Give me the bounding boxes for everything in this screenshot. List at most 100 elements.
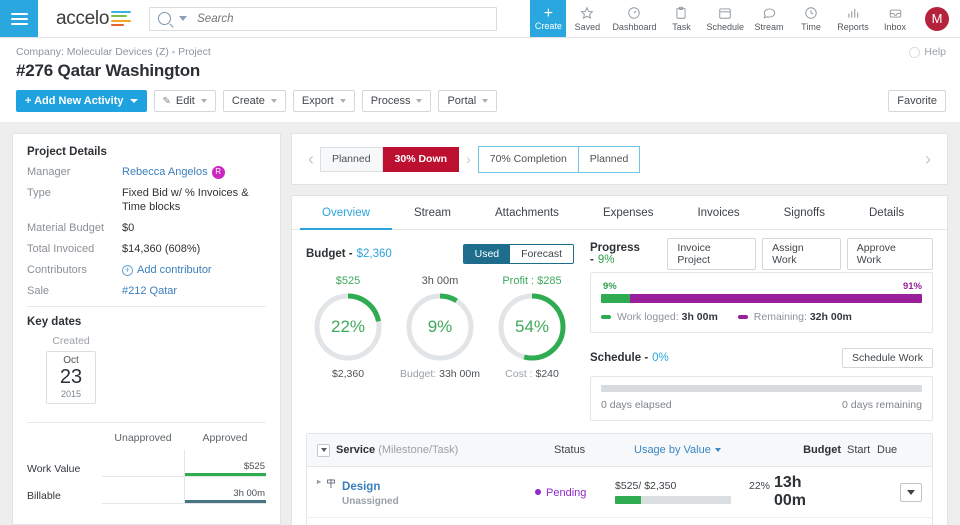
progress-segment-logged	[601, 294, 630, 303]
tab-expenses[interactable]: Expenses	[581, 196, 676, 230]
help-link[interactable]: Help	[909, 46, 946, 58]
service-name[interactable]: Design	[342, 481, 380, 493]
export-menu-button[interactable]: Export	[293, 90, 355, 112]
donut-value-bottom: $2,360	[308, 368, 388, 380]
status-next-chevron-right-icon[interactable]: ›	[919, 149, 937, 170]
table-row[interactable]: ▸ Data collection $0/ $10	[307, 518, 932, 525]
invoice-project-button[interactable]: Invoice Project	[667, 238, 756, 270]
nav-item-time[interactable]: Time	[790, 0, 832, 37]
status-chevron-right-icon: ›	[466, 151, 471, 167]
status-pill-70-completion[interactable]: 70% Completion	[479, 147, 578, 172]
budget-toggle-used[interactable]: Used	[464, 245, 511, 263]
nav-item-dashboard[interactable]: Dashboard	[608, 0, 660, 37]
portal-menu-button[interactable]: Portal	[438, 90, 497, 112]
nav-item-saved[interactable]: Saved	[566, 0, 608, 37]
speech-bubble-icon	[762, 5, 777, 20]
search-input[interactable]	[197, 13, 488, 25]
process-menu-label: Process	[371, 95, 411, 107]
assign-work-button[interactable]: Assign Work	[762, 238, 841, 270]
progress-bar-card: 9% 91% Work logged: 3h 00m	[590, 272, 933, 333]
donut-value: $525 22% $2,360	[308, 275, 388, 380]
nav-item-reports[interactable]: Reports	[832, 0, 874, 37]
inbox-icon	[888, 5, 903, 20]
add-new-activity-button[interactable]: + Add New Activity	[16, 90, 147, 112]
milestone-icon	[325, 477, 337, 490]
star-icon	[580, 5, 594, 20]
tab-details[interactable]: Details	[847, 196, 926, 230]
breadcrumb: Company: Molecular Devices (Z)▪Project	[16, 46, 946, 58]
breadcrumb-separator: ▪	[172, 47, 175, 57]
row-menu-chevron-down-icon[interactable]	[900, 483, 922, 502]
chevron-down-icon	[130, 99, 138, 103]
manager-link[interactable]: Rebecca Angelos	[122, 166, 208, 178]
tab-attachments[interactable]: Attachments	[473, 196, 581, 230]
schedule-panel-header: Schedule -0% Schedule Work	[590, 347, 933, 369]
create-button[interactable]: + Create	[530, 0, 566, 37]
detail-row-manager: Manager Rebecca Angelos R	[27, 165, 266, 179]
sale-link[interactable]: #212 Qatar	[122, 285, 177, 297]
favorite-button[interactable]: Favorite	[888, 90, 946, 112]
edit-button-label: Edit	[176, 95, 195, 107]
legend-swatch-work-logged	[601, 315, 611, 319]
created-month: Oct	[47, 355, 95, 366]
bar-value-billable: 3h 00m	[233, 488, 265, 499]
approve-work-button[interactable]: Approve Work	[847, 238, 933, 270]
bar-row-work-value: Work Value $525	[27, 450, 266, 477]
row-service-design: ▸ Design Unassigned	[317, 477, 535, 507]
detail-value-contributors[interactable]: +Add contributor	[122, 263, 266, 277]
pencil-icon: ✎	[163, 96, 171, 107]
donut-hours-bottom: Budget: 33h 00m	[400, 368, 480, 380]
nav-item-task[interactable]: Task	[660, 0, 702, 37]
status-pill-planned[interactable]: Planned	[320, 147, 383, 172]
status-dot-icon	[535, 489, 541, 495]
donut-profit-ring: 54%	[496, 291, 568, 363]
donut-profit-center: 54%	[496, 291, 568, 363]
schedule-value: 0%	[652, 352, 669, 364]
gear-icon	[909, 47, 920, 58]
status-pill-30-down[interactable]: 30% Down	[383, 147, 460, 172]
donut-hours-ring: 9%	[404, 291, 476, 363]
breadcrumb-section-link[interactable]: Project	[178, 46, 211, 58]
app-logo[interactable]: accelo	[38, 0, 145, 37]
hamburger-menu-icon[interactable]	[0, 0, 38, 37]
nav-item-schedule[interactable]: Schedule	[702, 0, 748, 37]
create-button-label: Create	[535, 21, 562, 31]
status-progression-bar: ‹ Planned 30% Down › 70% Completion Plan…	[291, 133, 948, 185]
donut-profit: Profit : $285 54% Cost : $240	[492, 275, 572, 380]
nav-item-inbox[interactable]: Inbox	[874, 0, 916, 37]
edit-button[interactable]: ✎ Edit	[154, 90, 216, 112]
tab-invoices[interactable]: Invoices	[675, 196, 761, 230]
overview-content-card: Overview Stream Attachments Expenses Inv…	[291, 195, 948, 525]
tab-stream[interactable]: Stream	[392, 196, 473, 230]
status-pill-planned-2[interactable]: Planned	[578, 147, 640, 172]
breadcrumb-company-link[interactable]: Company: Molecular Devices (Z)	[16, 46, 169, 58]
legend-value-work-logged: 3h 00m	[682, 311, 718, 323]
schedule-work-button[interactable]: Schedule Work	[842, 348, 933, 368]
key-dates-title: Key dates	[27, 316, 266, 328]
schedule-bar	[601, 385, 922, 392]
detail-label-manager: Manager	[27, 165, 122, 179]
avatar[interactable]: M	[925, 7, 949, 31]
nav-item-stream[interactable]: Stream	[748, 0, 790, 37]
legend-swatch-remaining	[738, 315, 748, 319]
search-box[interactable]	[149, 7, 497, 31]
status-prev-chevron-left-icon[interactable]: ‹	[302, 149, 320, 170]
create-menu-button[interactable]: Create	[223, 90, 286, 112]
header-usage[interactable]: Usage by Value	[634, 444, 789, 456]
progress-bar-left-cap: 9%	[603, 281, 617, 292]
tab-signoffs[interactable]: Signoffs	[762, 196, 847, 230]
search-scope-chevron-down-icon[interactable]	[179, 16, 187, 21]
work-value-chart-header: Unapproved Approved	[27, 432, 266, 450]
table-row[interactable]: ▸ Design Unassigned Pending	[307, 467, 932, 518]
logo-text: accelo	[56, 8, 109, 30]
manager-avatar: R	[212, 166, 225, 179]
tab-overview[interactable]: Overview	[300, 196, 392, 230]
favorite-button-label: Favorite	[897, 95, 937, 107]
nav-item-time-label: Time	[801, 22, 821, 32]
expand-chevron-right-icon[interactable]: ▸	[317, 477, 321, 486]
status-pills: Planned 30% Down › 70% Completion Planne…	[320, 146, 640, 173]
collapse-all-chevron-down-icon[interactable]	[317, 444, 330, 457]
content-tabs: Overview Stream Attachments Expenses Inv…	[292, 196, 947, 230]
process-menu-button[interactable]: Process	[362, 90, 432, 112]
budget-toggle-forecast[interactable]: Forecast	[510, 245, 573, 263]
